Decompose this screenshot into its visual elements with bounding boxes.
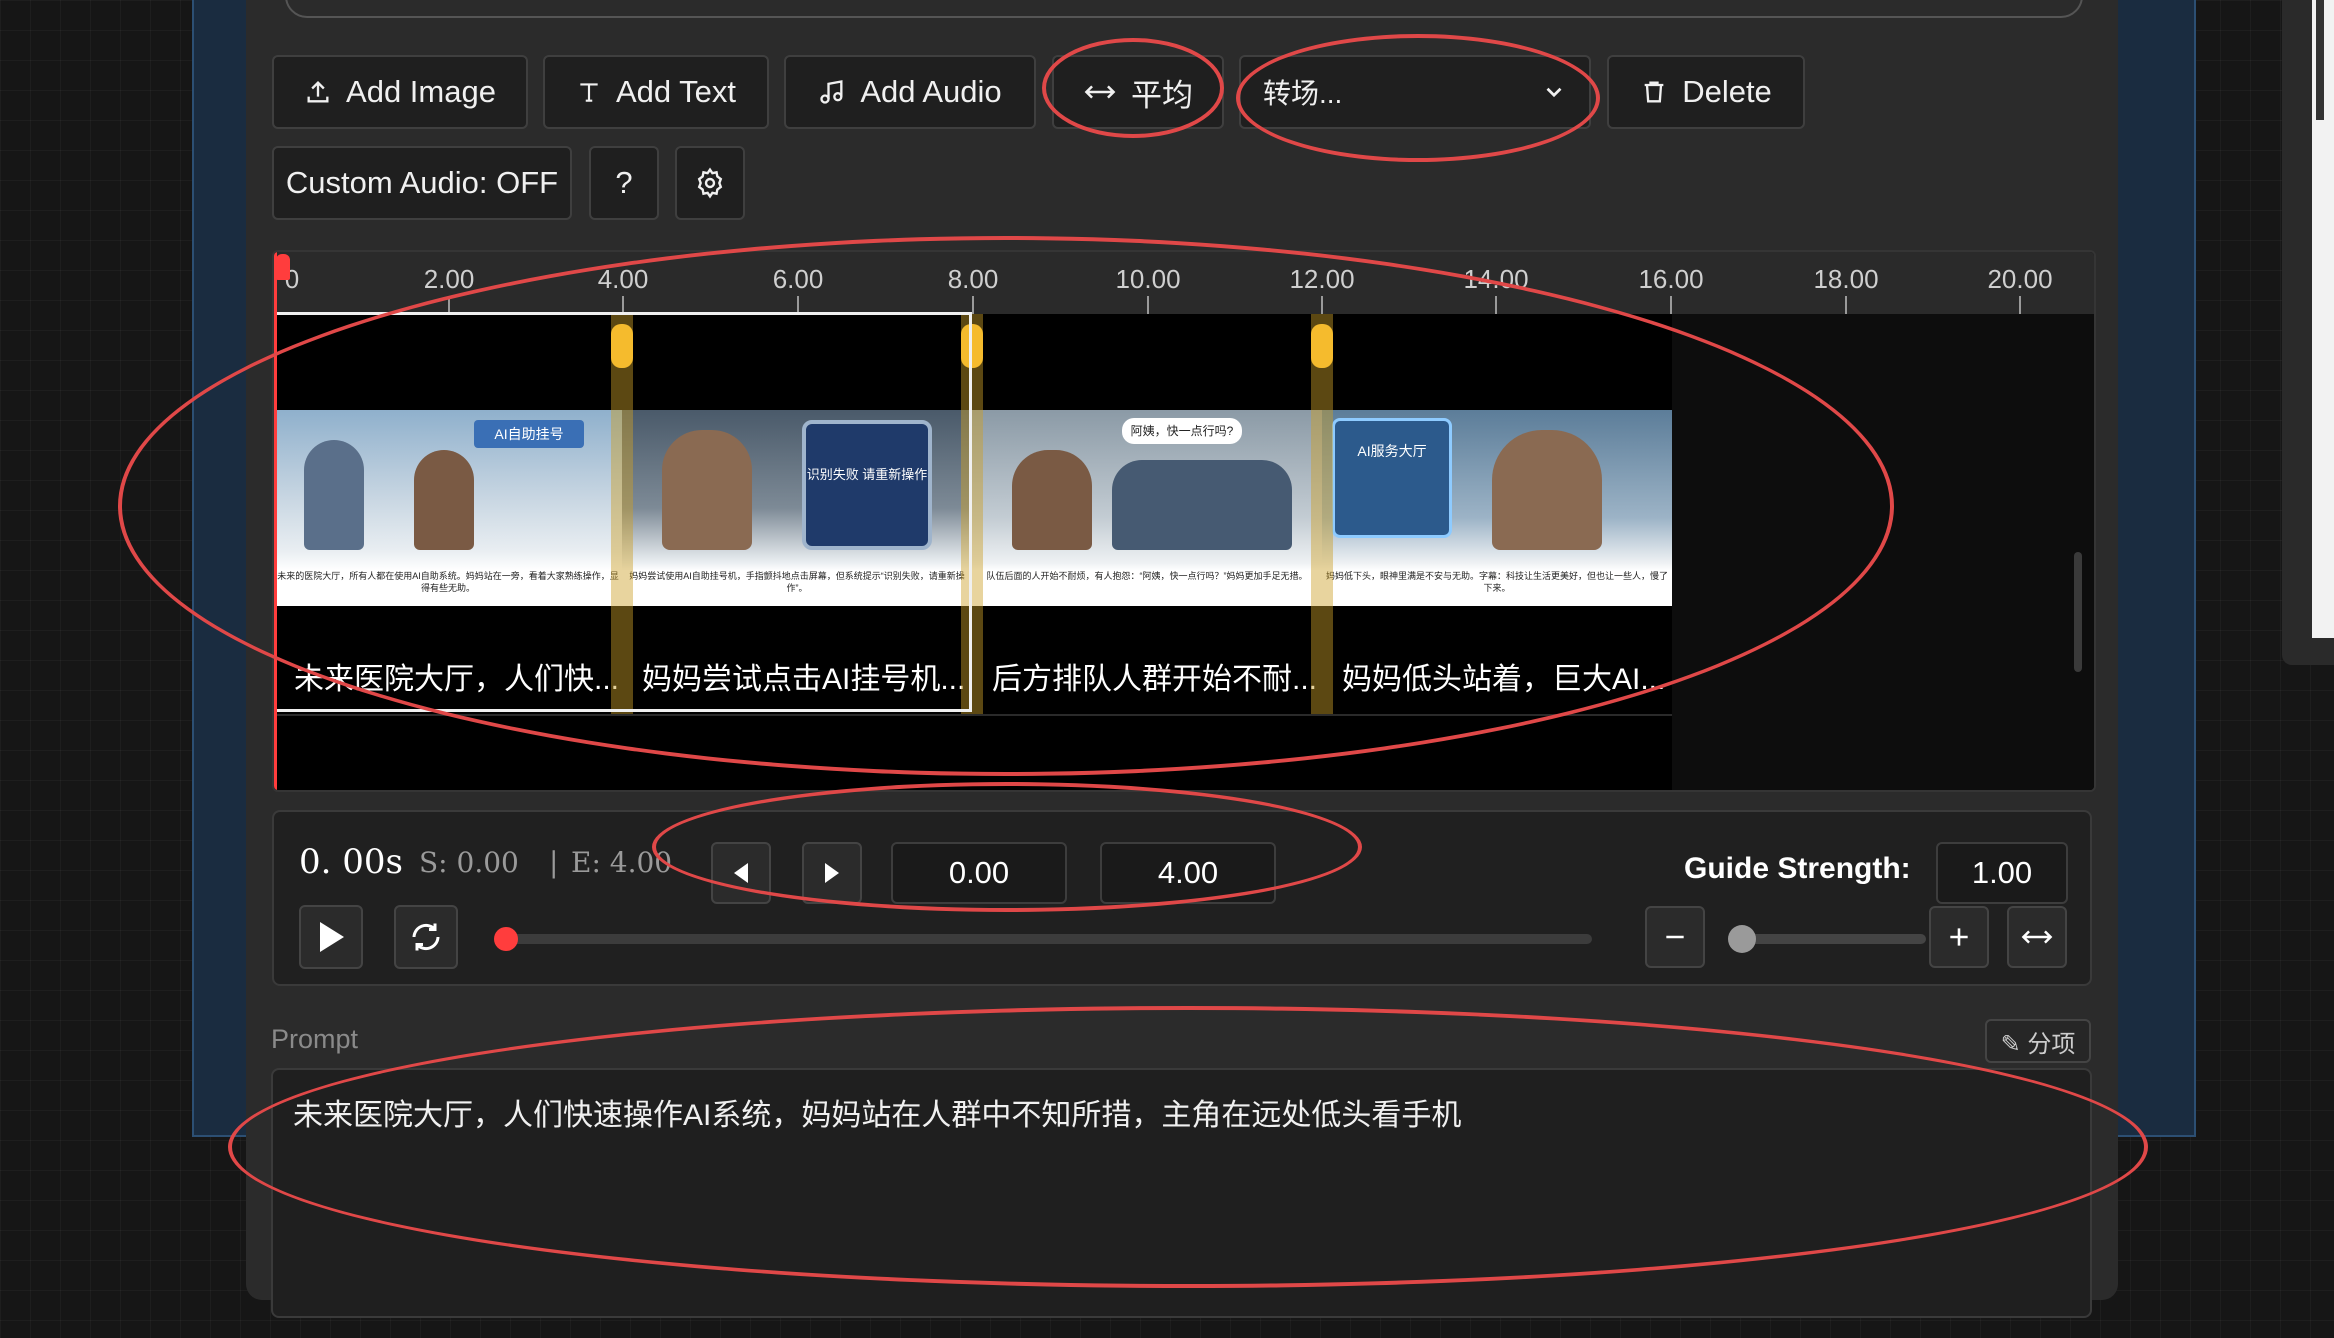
- start-time-input[interactable]: 0.00: [891, 842, 1067, 904]
- clip-thumbnail: 阿姨，快一点行吗? 队伍后面的人开始不耐烦，有人抱怨：“阿姨，快一点行吗？”妈妈…: [972, 410, 1322, 606]
- timeline[interactable]: 0 2.00 4.00 6.00 8.00 10.00 12.00 14.00 …: [272, 250, 2096, 792]
- minus-icon: [1666, 935, 1684, 939]
- ruler-tick: 16.00: [1638, 264, 1704, 294]
- guide-strength-input[interactable]: 1.00: [1936, 842, 2068, 904]
- ruler-tick: 18.00: [1813, 264, 1879, 294]
- timeline-scrollbar[interactable]: [2074, 552, 2082, 672]
- start-time-label: S: 0.00: [419, 846, 519, 879]
- loop-button[interactable]: [394, 905, 458, 969]
- guide-strength-slider[interactable]: [1728, 925, 1926, 953]
- clip-image-text: 妈妈低下头，眼神里满是不安与无助。字幕：科技让生活更美好，但也让一些人，慢了下来…: [1325, 571, 1668, 593]
- custom-audio-label: Custom Audio: OFF: [285, 165, 559, 200]
- ruler-tick: 12.00: [1289, 264, 1355, 294]
- transition-select-value: 转场...: [1263, 78, 1343, 109]
- add-text-label: Add Text: [615, 74, 737, 109]
- chevron-down-icon: [1546, 87, 1562, 98]
- settings-button[interactable]: [675, 146, 745, 220]
- delete-label: Delete: [1682, 74, 1772, 109]
- timeline-clip[interactable]: 阿姨，快一点行吗? 队伍后面的人开始不耐烦，有人抱怨：“阿姨，快一点行吗？”妈妈…: [972, 314, 1322, 714]
- playback-controls: 0. 00s S: 0.00 | E: 4.00 0.00 4.00 Guide…: [272, 810, 2092, 986]
- edit-split-button[interactable]: ✎ 分项: [1985, 1019, 2091, 1063]
- transition-select[interactable]: 转场...: [1239, 55, 1591, 129]
- text-icon: [580, 83, 598, 102]
- play-icon: [320, 922, 344, 952]
- ruler-tick: 20.00: [1987, 264, 2053, 294]
- clip-caption: 妈妈低头站着，巨大AI...: [1342, 663, 1666, 696]
- ruler-tick: 4.00: [597, 264, 649, 294]
- top-scroll-rail[interactable]: [285, 0, 2083, 18]
- clip-badge: AI服务大厅: [1332, 418, 1452, 538]
- add-image-label: Add Image: [346, 74, 496, 109]
- playhead-line: [274, 252, 277, 790]
- end-time-input[interactable]: 4.00: [1100, 842, 1276, 904]
- clip-caption: 后方排队人群开始不耐...: [992, 663, 1318, 696]
- add-audio-button[interactable]: Add Audio: [784, 55, 1036, 129]
- decrease-guide-button[interactable]: [1645, 906, 1705, 968]
- playhead-marker[interactable]: [276, 254, 290, 280]
- guide-strength-label: Guide Strength:: [1684, 852, 1911, 885]
- clip-boundary-handle[interactable]: [1311, 324, 1333, 368]
- increase-guide-button[interactable]: [1929, 906, 1989, 968]
- end-time-label: E: 4.00: [571, 846, 673, 879]
- horizontal-arrows-icon: [2021, 930, 2053, 944]
- help-label: ?: [615, 165, 633, 200]
- add-audio-label: Add Audio: [860, 74, 1002, 109]
- prev-frame-button[interactable]: [711, 842, 771, 904]
- time-separator: |: [549, 846, 559, 879]
- triangle-left-icon: [734, 863, 748, 883]
- seek-thumb[interactable]: [494, 927, 518, 951]
- gear-icon: [697, 167, 723, 199]
- next-frame-button[interactable]: [802, 842, 862, 904]
- add-image-button[interactable]: Add Image: [272, 55, 528, 129]
- ruler-tick: 10.00: [1115, 264, 1181, 294]
- selected-clip-outline: [274, 312, 972, 712]
- prompt-textarea[interactable]: 未来医院大厅，人们快速操作AI系统，妈妈站在人群中不知所措，主角在远处低头看手机: [271, 1068, 2092, 1318]
- clip-badge: 阿姨，快一点行吗?: [1122, 418, 1242, 444]
- ruler-tick: 6.00: [772, 264, 824, 294]
- prompt-label: Prompt: [271, 1024, 359, 1054]
- trash-icon: [1644, 81, 1664, 103]
- custom-audio-toggle[interactable]: Custom Audio: OFF: [272, 146, 572, 220]
- side-preview-panel: [2282, 0, 2334, 665]
- clip-thumbnail: AI服务大厅 妈妈低下头，眼神里满是不安与无助。字幕：科技让生活更美好，但也让一…: [1322, 410, 1672, 606]
- help-button[interactable]: ?: [589, 146, 659, 220]
- average-button[interactable]: 平均: [1052, 55, 1224, 129]
- ruler-tick: 2.00: [423, 264, 475, 294]
- fit-width-button[interactable]: [2007, 906, 2067, 968]
- average-label: 平均: [1131, 77, 1193, 113]
- timeline-clip[interactable]: AI服务大厅 妈妈低下头，眼神里满是不安与无助。字幕：科技让生活更美好，但也让一…: [1322, 314, 1672, 714]
- time-ruler[interactable]: 0 2.00 4.00 6.00 8.00 10.00 12.00 14.00 …: [274, 252, 2094, 314]
- empty-track-area: [1672, 314, 2094, 790]
- ruler-tick: 14.00: [1463, 264, 1529, 294]
- seek-bar[interactable]: [494, 927, 1592, 951]
- horizontal-arrows-icon: [1084, 85, 1116, 99]
- transition-seam: [1311, 314, 1333, 714]
- guide-slider-thumb[interactable]: [1728, 925, 1756, 953]
- music-note-icon: [820, 80, 843, 104]
- clip-image-text: 队伍后面的人开始不耐烦，有人抱怨：“阿姨，快一点行吗？”妈妈更加手足无措。: [986, 571, 1308, 581]
- play-button[interactable]: [299, 905, 363, 969]
- ruler-tick: 8.00: [947, 264, 999, 294]
- prompt-text: 未来医院大厅，人们快速操作AI系统，妈妈站在人群中不知所措，主角在远处低头看手机: [293, 1099, 1462, 1132]
- loop-icon: [412, 923, 440, 951]
- delete-button[interactable]: Delete: [1607, 55, 1805, 129]
- plus-icon: [1950, 928, 1968, 946]
- upload-icon: [307, 81, 329, 103]
- triangle-right-icon: [825, 863, 839, 883]
- current-time: 0. 00s: [299, 842, 403, 882]
- add-text-button[interactable]: Add Text: [543, 55, 769, 129]
